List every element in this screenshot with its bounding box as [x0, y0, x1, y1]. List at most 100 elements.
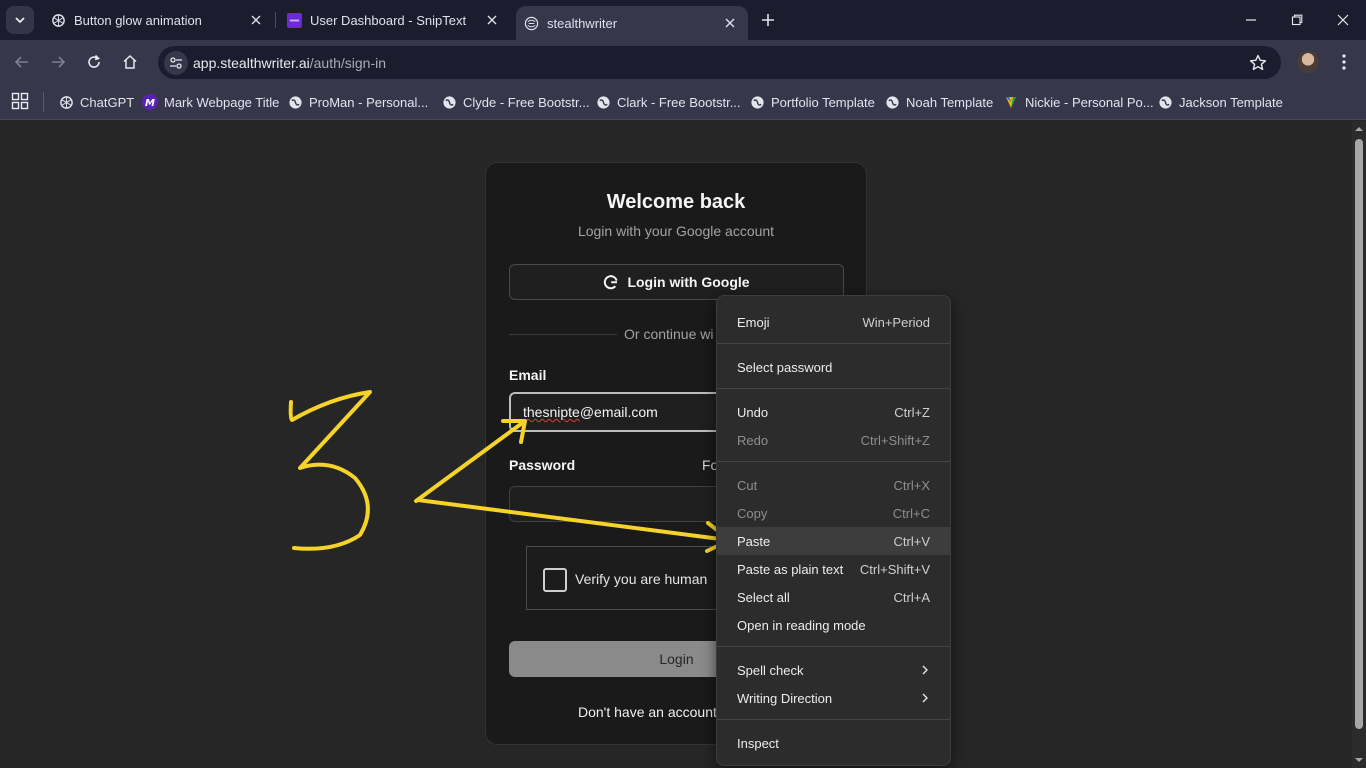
menu-item-copy[interactable]: Copy Ctrl+C: [717, 499, 950, 527]
menu-separator: [717, 388, 950, 389]
email-value-prefix: thesnipte: [523, 404, 580, 420]
menu-item-label: Spell check: [737, 662, 804, 678]
menu-item-redo[interactable]: Redo Ctrl+Shift+Z: [717, 426, 950, 454]
scrollbar-thumb[interactable]: [1355, 139, 1363, 729]
menu-item-label: Undo: [737, 404, 769, 420]
bookmark-clark[interactable]: Clark - Free Bootstr...: [595, 84, 741, 120]
tab-separator: [275, 12, 276, 28]
bookmarks-separator: [43, 92, 44, 112]
bookmark-label: Clyde - Free Bootstr...: [463, 94, 590, 110]
menu-item-shortcut: Ctrl+Z: [894, 404, 930, 420]
email-value-suffix: @email.com: [579, 404, 658, 420]
close-icon[interactable]: [248, 12, 264, 28]
bookmark-label: Mark Webpage Title: [164, 94, 280, 110]
menu-item-shortcut: Ctrl+Shift+Z: [860, 432, 930, 448]
menu-item-paste[interactable]: Paste Ctrl+V: [717, 527, 950, 555]
reload-button[interactable]: [82, 50, 106, 74]
bookmark-noah[interactable]: Noah Template: [884, 84, 993, 120]
tab-search-button[interactable]: [6, 6, 34, 34]
menu-item-label: Cut: [737, 477, 758, 493]
site-info-button[interactable]: [164, 51, 188, 75]
scroll-down-arrow-icon[interactable]: [1355, 756, 1363, 764]
star-icon[interactable]: [1249, 54, 1267, 72]
plus-icon: [762, 14, 774, 26]
menu-item-undo[interactable]: Undo Ctrl+Z: [717, 398, 950, 426]
menu-separator: [717, 343, 950, 344]
divider-line: [509, 334, 617, 335]
menu-item-shortcut: Ctrl+Shift+V: [859, 561, 930, 577]
menu-item-label: Inspect: [737, 735, 779, 751]
menu-item-select-all[interactable]: Select all Ctrl+A: [717, 583, 950, 611]
menu-item-label: Emoji: [737, 314, 770, 330]
menu-item-writing-direction[interactable]: Writing Direction: [717, 684, 950, 712]
restore-icon: [1291, 14, 1303, 26]
chevron-right-icon: [922, 693, 928, 703]
address-bar[interactable]: app.stealthwriter.ai/auth/sign-in: [158, 46, 1281, 79]
bookmark-label: Nickie - Personal Po...: [1025, 94, 1154, 110]
url-text[interactable]: app.stealthwriter.ai/auth/sign-in: [193, 55, 386, 71]
bookmark-mark-webpage[interactable]: M Mark Webpage Title: [142, 84, 279, 120]
globe-icon: [441, 94, 457, 110]
menu-item-cut[interactable]: Cut Ctrl+X: [717, 471, 950, 499]
close-icon[interactable]: [722, 15, 738, 31]
menu-item-reading-mode[interactable]: Open in reading mode: [717, 611, 950, 639]
minimize-button[interactable]: [1239, 8, 1263, 32]
page-scrollbar[interactable]: [1352, 121, 1366, 768]
tab-user-dashboard[interactable]: User Dashboard - SnipText: [280, 0, 510, 40]
menu-item-spell-check[interactable]: Spell check: [717, 656, 950, 684]
bookmark-clyde[interactable]: Clyde - Free Bootstr...: [441, 84, 589, 120]
home-button[interactable]: [118, 50, 142, 74]
menu-item-label: Open in reading mode: [737, 617, 866, 633]
restore-button[interactable]: [1285, 8, 1309, 32]
menu-separator: [717, 646, 950, 647]
stealthwriter-icon: [523, 15, 539, 31]
back-button[interactable]: [10, 50, 34, 74]
bookmark-portfolio[interactable]: Portfolio Template: [749, 84, 875, 120]
profile-avatar[interactable]: [1297, 51, 1319, 73]
new-tab-button[interactable]: [756, 8, 780, 32]
bookmark-proman[interactable]: ProMan - Personal...: [287, 84, 428, 120]
bookmark-label: Noah Template: [906, 94, 994, 110]
menu-item-label: Paste: [737, 533, 771, 549]
url-path: /auth/sign-in: [309, 55, 387, 71]
menu-item-label: Writing Direction: [737, 690, 833, 706]
forward-button[interactable]: [46, 50, 70, 74]
menu-item-emoji[interactable]: Emoji Win+Period: [717, 308, 950, 336]
menu-item-select-password[interactable]: Select password: [717, 353, 950, 381]
globe-icon: [1157, 94, 1173, 110]
google-button-label: Login with Google: [627, 274, 750, 290]
m-logo-icon: M: [142, 94, 158, 110]
url-host: app.stealthwriter.ai: [193, 55, 310, 71]
tab-title: Button glow animation: [74, 12, 202, 28]
minimize-icon: [1246, 19, 1256, 21]
menu-item-shortcut: Ctrl+V: [893, 533, 930, 549]
globe-icon: [595, 94, 611, 110]
bookmark-label: Clark - Free Bootstr...: [617, 94, 741, 110]
scroll-up-arrow-icon[interactable]: [1355, 125, 1363, 133]
close-window-button[interactable]: [1331, 8, 1355, 32]
divider-text: Or continue wi: [624, 326, 714, 342]
close-icon[interactable]: [484, 12, 500, 28]
globe-icon: [287, 94, 303, 110]
menu-separator: [717, 719, 950, 720]
menu-item-label: Copy: [737, 505, 768, 521]
tab-stealthwriter[interactable]: stealthwriter: [516, 6, 748, 40]
menu-item-label: Paste as plain text: [737, 561, 844, 577]
menu-item-paste-plain-text[interactable]: Paste as plain text Ctrl+Shift+V: [717, 555, 950, 583]
captcha-checkbox[interactable]: [543, 568, 567, 592]
bookmark-jackson[interactable]: Jackson Template: [1157, 84, 1283, 120]
google-icon: [604, 275, 619, 290]
browser-toolbar: app.stealthwriter.ai/auth/sign-in: [0, 40, 1366, 84]
bookmarks-bar: ChatGPT M Mark Webpage Title ProMan - Pe…: [0, 84, 1366, 120]
browser-menu-button[interactable]: [1334, 50, 1354, 74]
apps-grid-icon[interactable]: [11, 92, 29, 110]
menu-item-inspect[interactable]: Inspect: [717, 729, 950, 757]
tab-button-glow[interactable]: Button glow animation: [44, 0, 274, 40]
svg-text:M: M: [145, 98, 155, 109]
bookmark-chatgpt[interactable]: ChatGPT: [58, 84, 134, 120]
sniptext-icon: [286, 12, 302, 28]
bookmark-nickie[interactable]: Nickie - Personal Po...: [1003, 84, 1154, 120]
chevron-right-icon: [922, 665, 928, 675]
tab-strip: Button glow animation User Dashboard - S…: [0, 0, 1366, 40]
email-label: Email: [509, 367, 547, 383]
